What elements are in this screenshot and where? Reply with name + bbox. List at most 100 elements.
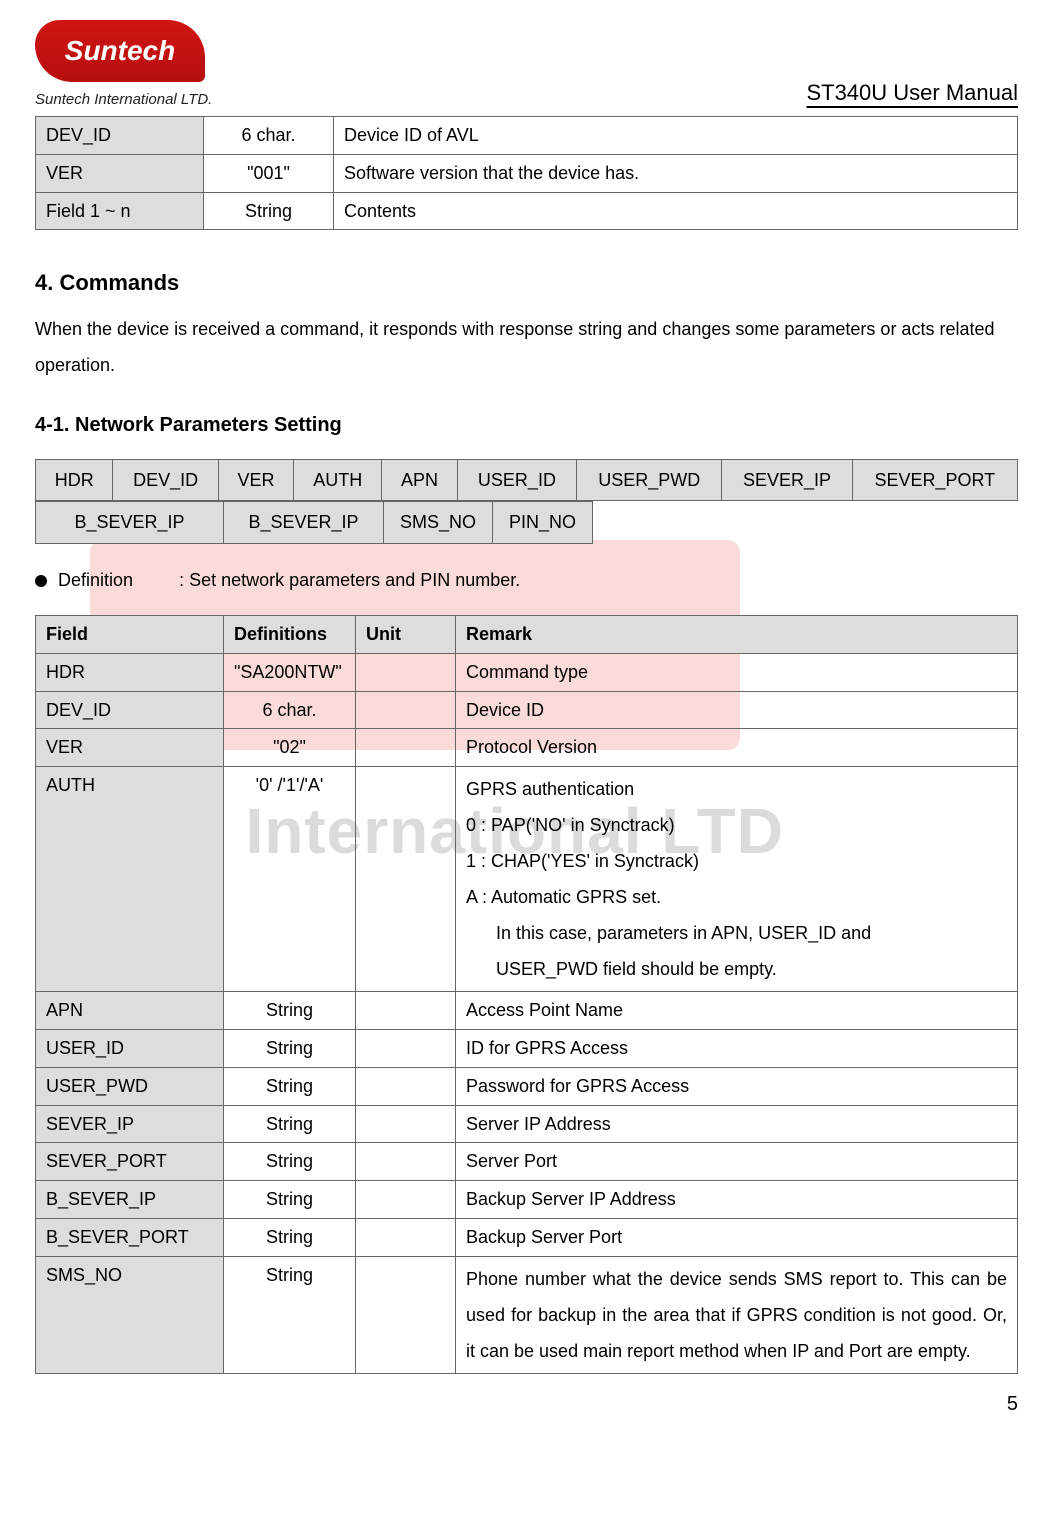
definition-label: Definition <box>58 570 133 590</box>
table-header-row: Field Definitions Unit Remark <box>36 615 1018 653</box>
cell-unit <box>356 653 456 691</box>
hdr-cell: PIN_NO <box>493 502 593 544</box>
cell-remark: Server Port <box>456 1143 1018 1181</box>
th-field: Field <box>36 615 224 653</box>
table-row: B_SEVER_PORT String Backup Server Port <box>36 1218 1018 1256</box>
cell-remark: Password for GPRS Access <box>456 1067 1018 1105</box>
remark-line-indent: USER_PWD field should be empty. <box>466 951 1007 987</box>
table-row: B_SEVER_IP String Backup Server IP Addre… <box>36 1181 1018 1219</box>
table-row: DEV_ID 6 char. Device ID <box>36 691 1018 729</box>
section-heading: 4. Commands <box>35 265 1018 300</box>
cell-def: String <box>224 1256 356 1373</box>
cell-unit <box>356 992 456 1030</box>
document-title: ST340U User Manual <box>806 75 1018 110</box>
cell-unit <box>356 1105 456 1143</box>
th-definitions: Definitions <box>224 615 356 653</box>
parameter-header-table-row2: B_SEVER_IP B_SEVER_IP SMS_NO PIN_NO <box>35 501 593 544</box>
cell-unit <box>356 1218 456 1256</box>
cell-field: USER_ID <box>36 1029 224 1067</box>
cell-field: SMS_NO <box>36 1256 224 1373</box>
definition-line: Definition : Set network parameters and … <box>35 566 1018 595</box>
cell-field: DEV_ID <box>36 691 224 729</box>
table-row: VER "001" Software version that the devi… <box>36 154 1018 192</box>
table-row: B_SEVER_IP B_SEVER_IP SMS_NO PIN_NO <box>36 502 593 544</box>
logo: Suntech Suntech International LTD. <box>35 20 212 112</box>
cell-field: VER <box>36 154 204 192</box>
cell-field: SEVER_IP <box>36 1105 224 1143</box>
table-row: HDR DEV_ID VER AUTH APN USER_ID USER_PWD… <box>36 459 1018 501</box>
cell-remark: Protocol Version <box>456 729 1018 767</box>
logo-mark: Suntech <box>35 20 205 82</box>
cell-def: String <box>224 1105 356 1143</box>
cell-unit <box>356 729 456 767</box>
cell-remark: ID for GPRS Access <box>456 1029 1018 1067</box>
hdr-cell: USER_PWD <box>577 459 722 501</box>
table-row: AUTH '0' /'1'/'A' GPRS authentication 0 … <box>36 767 1018 992</box>
cell-remark: Access Point Name <box>456 992 1018 1030</box>
cell-field: AUTH <box>36 767 224 992</box>
hdr-cell: SEVER_IP <box>722 459 852 501</box>
definition-table: Field Definitions Unit Remark HDR "SA200… <box>35 615 1018 1374</box>
remark-line: GPRS authentication <box>466 771 1007 807</box>
table-row: SMS_NO String Phone number what the devi… <box>36 1256 1018 1373</box>
parameter-header-table: HDR DEV_ID VER AUTH APN USER_ID USER_PWD… <box>35 459 1018 502</box>
cell-def: "SA200NTW" <box>224 653 356 691</box>
cell-remark: Contents <box>334 192 1018 230</box>
hdr-cell: HDR <box>36 459 113 501</box>
cell-def: String <box>224 1143 356 1181</box>
cell-unit <box>356 1067 456 1105</box>
cell-remark: Backup Server IP Address <box>456 1181 1018 1219</box>
cell-def: 6 char. <box>204 117 334 155</box>
definition-text: : Set network parameters and PIN number. <box>179 570 520 590</box>
top-fields-table: DEV_ID 6 char. Device ID of AVL VER "001… <box>35 116 1018 230</box>
hdr-cell: USER_ID <box>457 459 576 501</box>
cell-field: USER_PWD <box>36 1067 224 1105</box>
cell-field: VER <box>36 729 224 767</box>
cell-def: 6 char. <box>224 691 356 729</box>
cell-remark: Device ID of AVL <box>334 117 1018 155</box>
hdr-cell: VER <box>218 459 293 501</box>
cell-remark: Command type <box>456 653 1018 691</box>
table-row: USER_ID String ID for GPRS Access <box>36 1029 1018 1067</box>
cell-remark: Phone number what the device sends SMS r… <box>456 1256 1018 1373</box>
cell-remark: Backup Server Port <box>456 1218 1018 1256</box>
cell-def: "001" <box>204 154 334 192</box>
cell-field: APN <box>36 992 224 1030</box>
cell-remark: GPRS authentication 0 : PAP('NO' in Sync… <box>456 767 1018 992</box>
cell-def: String <box>224 992 356 1030</box>
hdr-cell: B_SEVER_IP <box>36 502 224 544</box>
cell-unit <box>356 1181 456 1219</box>
cell-def: String <box>204 192 334 230</box>
cell-def: String <box>224 1181 356 1219</box>
cell-field: SEVER_PORT <box>36 1143 224 1181</box>
hdr-cell: SMS_NO <box>384 502 493 544</box>
table-row: DEV_ID 6 char. Device ID of AVL <box>36 117 1018 155</box>
table-row: SEVER_PORT String Server Port <box>36 1143 1018 1181</box>
remark-line-indent: In this case, parameters in APN, USER_ID… <box>466 915 1007 951</box>
cell-unit <box>356 1029 456 1067</box>
cell-def: String <box>224 1029 356 1067</box>
subsection-heading: 4-1. Network Parameters Setting <box>35 409 1018 441</box>
cell-def: '0' /'1'/'A' <box>224 767 356 992</box>
cell-def: "02" <box>224 729 356 767</box>
page-number: 5 <box>35 1388 1018 1420</box>
cell-field: HDR <box>36 653 224 691</box>
th-remark: Remark <box>456 615 1018 653</box>
table-row: VER "02" Protocol Version <box>36 729 1018 767</box>
cell-unit <box>356 767 456 992</box>
hdr-cell: B_SEVER_IP <box>224 502 384 544</box>
remark-line: A : Automatic GPRS set. <box>466 879 1007 915</box>
cell-field: DEV_ID <box>36 117 204 155</box>
table-row: APN String Access Point Name <box>36 992 1018 1030</box>
cell-unit <box>356 1143 456 1181</box>
hdr-cell: APN <box>382 459 457 501</box>
logo-subtext: Suntech International LTD. <box>35 88 212 112</box>
cell-remark: Server IP Address <box>456 1105 1018 1143</box>
remark-line: 0 : PAP('NO' in Synctrack) <box>466 807 1007 843</box>
cell-unit <box>356 691 456 729</box>
hdr-cell: DEV_ID <box>113 459 218 501</box>
hdr-cell: SEVER_PORT <box>852 459 1017 501</box>
remark-line: 1 : CHAP('YES' in Synctrack) <box>466 843 1007 879</box>
cell-field: B_SEVER_IP <box>36 1181 224 1219</box>
table-row: SEVER_IP String Server IP Address <box>36 1105 1018 1143</box>
